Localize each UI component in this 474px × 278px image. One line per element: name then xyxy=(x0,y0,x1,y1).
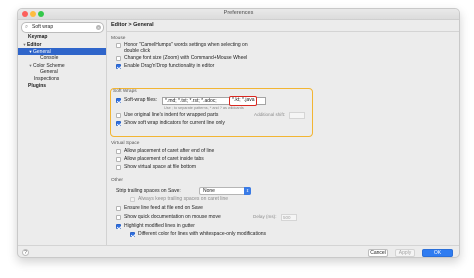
caret-after-eol-label: Allow placement of caret after end of li… xyxy=(124,148,215,154)
quick-doc-label: Show quick documentation on mouse move xyxy=(124,214,221,220)
use-original-indent-checkbox[interactable] xyxy=(116,113,121,118)
highlight-modified-checkbox[interactable] xyxy=(116,224,121,229)
sidebar-item-keymap[interactable]: Keymap xyxy=(18,34,106,41)
preferences-window: Preferences ⌕ Soft wrap × Keymap ▼Editor… xyxy=(17,8,460,258)
strip-trailing-spaces-select[interactable]: None ⇕ xyxy=(199,187,251,195)
section-title-mouse: Mouse xyxy=(111,36,126,41)
highlight-modified-label: Highlight modified lines in gutter xyxy=(124,223,195,229)
settings-search-input[interactable]: ⌕ Soft wrap × xyxy=(21,22,104,33)
dropdown-arrow-icon[interactable]: ⇕ xyxy=(244,187,251,195)
drag-drop-label: Enable Drag'n'Drop functionality in edit… xyxy=(124,63,215,69)
change-font-size-label: Change font size (Zoom) with Command+Mou… xyxy=(124,55,248,61)
caret-inside-tabs-label: Allow placement of caret inside tabs xyxy=(124,156,204,162)
sidebar-item-plugins[interactable]: Plugins xyxy=(18,83,106,90)
sidebar-item-inspections[interactable]: Inspections xyxy=(18,76,106,83)
sidebar-item-label: General xyxy=(40,69,58,75)
quick-doc-checkbox[interactable] xyxy=(116,215,121,220)
section-title-virtual-space: Virtual Space xyxy=(111,141,140,146)
delay-field: 500 xyxy=(281,214,297,221)
change-font-size-checkbox[interactable] xyxy=(116,56,121,61)
ensure-line-feed-label: Ensure line feed at file end on Save xyxy=(124,205,203,211)
caret-inside-tabs-checkbox[interactable] xyxy=(116,157,121,162)
help-button[interactable]: ? xyxy=(22,249,29,256)
caret-after-eol-checkbox[interactable] xyxy=(116,149,121,154)
delay-value: 500 xyxy=(283,215,291,220)
different-color-checkbox[interactable] xyxy=(130,232,135,237)
strip-trailing-spaces-value: None xyxy=(203,188,215,194)
ok-button[interactable]: OK xyxy=(422,249,453,257)
section-title-other: Other xyxy=(111,178,123,183)
breadcrumb: Editor > General xyxy=(111,22,154,28)
soft-wrap-files-hint: Use ; to separate patterns, * and ? as w… xyxy=(164,106,244,110)
soft-wrap-files-checkbox[interactable] xyxy=(116,98,121,103)
sidebar-item-editor[interactable]: ▼Editor xyxy=(18,41,106,48)
delay-label: Delay (ms): xyxy=(253,214,277,219)
search-input-value: Soft wrap xyxy=(32,24,54,30)
virtual-space-bottom-checkbox[interactable] xyxy=(116,165,121,170)
different-color-label: Different color for lines with whitespac… xyxy=(138,231,267,237)
sidebar-item-color-scheme[interactable]: ▼Color Scheme xyxy=(18,62,106,69)
always-keep-trailing-label: Always keep trailing spaces on caret lin… xyxy=(138,196,229,202)
apply-button[interactable]: Apply xyxy=(395,249,415,257)
sidebar-item-label: Console xyxy=(40,55,59,61)
section-title-soft-wraps: Soft Wraps xyxy=(113,89,137,94)
ensure-line-feed-checkbox[interactable] xyxy=(116,206,121,211)
title-bar: Preferences xyxy=(18,9,459,20)
soft-wrap-files-highlight-text: *.kt; *.java xyxy=(232,97,255,103)
strip-trailing-spaces-label: Strip trailing spaces on Save: xyxy=(116,188,181,194)
cancel-button[interactable]: Cancel xyxy=(368,249,388,257)
sidebar-item-color-general[interactable]: General xyxy=(18,69,106,76)
sidebar-item-label: Inspections xyxy=(34,76,60,82)
always-keep-trailing-checkbox[interactable] xyxy=(130,197,135,202)
soft-wrap-files-highlight: *.kt; *.java xyxy=(229,96,257,106)
use-original-indent-label: Use original line's indent for wrapped p… xyxy=(124,112,219,118)
settings-content: Editor > General Mouse Honor "CamelHumps… xyxy=(107,20,459,245)
clear-search-icon[interactable]: × xyxy=(96,25,101,30)
soft-wrap-files-value: *.md; *.txt; *.rst; *.adoc; xyxy=(165,98,217,104)
soft-wrap-files-label: Soft-wrap files: xyxy=(124,97,158,103)
settings-sidebar: ⌕ Soft wrap × Keymap ▼Editor ▼General Co… xyxy=(18,20,107,245)
honor-camelhumps-checkbox[interactable] xyxy=(116,43,121,48)
show-soft-wrap-indicators-checkbox[interactable] xyxy=(116,121,121,126)
search-icon: ⌕ xyxy=(25,24,29,30)
footer-divider xyxy=(18,245,459,246)
sidebar-item-general[interactable]: ▼General xyxy=(18,48,106,55)
sidebar-item-label: Plugins xyxy=(28,83,47,89)
sidebar-item-label: Keymap xyxy=(28,34,48,40)
additional-shift-label: Additional shift: xyxy=(254,112,286,117)
drag-drop-checkbox[interactable] xyxy=(116,64,121,69)
honor-camelhumps-label-2: double click xyxy=(124,48,151,54)
virtual-space-bottom-label: Show virtual space at file bottom xyxy=(124,164,196,170)
window-title: Preferences xyxy=(223,10,254,16)
breadcrumb-divider xyxy=(107,31,459,32)
show-soft-wrap-indicators-label: Show soft wrap indicators for current li… xyxy=(124,120,225,126)
sidebar-item-console[interactable]: Console xyxy=(18,55,106,62)
additional-shift-field xyxy=(289,112,305,119)
